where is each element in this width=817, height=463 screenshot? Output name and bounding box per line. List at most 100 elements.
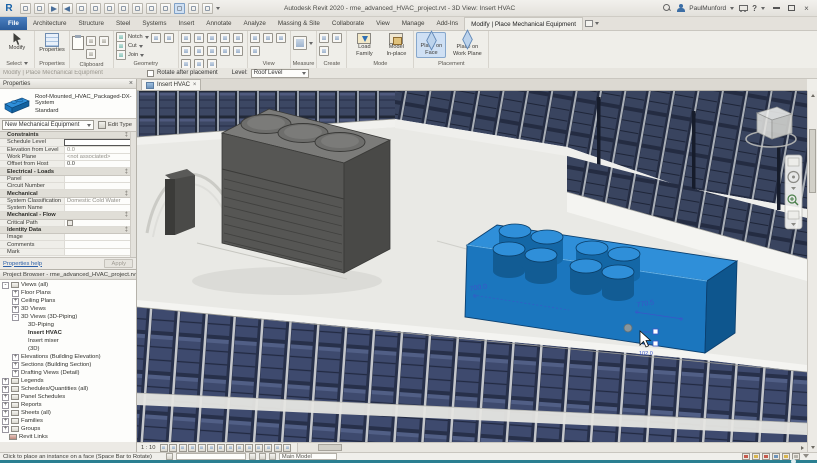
cut-caret-icon[interactable] — [139, 45, 143, 48]
create-similar-icon[interactable] — [319, 33, 329, 43]
active-workset-dropdown[interactable] — [176, 453, 246, 460]
search-icon[interactable] — [663, 4, 672, 13]
save-icon[interactable] — [34, 3, 45, 14]
properties-scrollbar[interactable] — [130, 132, 136, 257]
vertical-scroll-thumb[interactable] — [809, 129, 816, 193]
design-option-dropdown[interactable]: Main Model — [279, 453, 337, 460]
property-row[interactable]: Panel — [0, 176, 136, 183]
tree-item-elevations[interactable]: +Elevations (Building Elevation) — [0, 353, 136, 361]
render-icon[interactable] — [198, 444, 206, 452]
demolish-icon[interactable] — [164, 33, 174, 43]
section-row[interactable]: Mechanical‡ — [0, 190, 136, 197]
tree-item-views[interactable]: -Views (all) — [0, 281, 136, 289]
edit-linked-icon[interactable] — [752, 453, 760, 460]
default-3d-view-icon[interactable] — [146, 3, 157, 14]
navigation-bar[interactable] — [785, 155, 802, 229]
property-row[interactable]: System ClassificationDomestic Cold Water — [0, 198, 136, 205]
properties-help-link[interactable]: Properties help — [3, 261, 42, 267]
tree-item-3d-views-piping[interactable]: -3D Views (3D-Piping) — [0, 313, 136, 321]
property-row[interactable]: Circuit Number — [0, 183, 136, 190]
user-avatar-icon[interactable] — [676, 4, 685, 13]
reveal-hidden-elements-icon[interactable] — [245, 444, 253, 452]
tree-item-ceiling-plans[interactable]: +Ceiling Plans — [0, 297, 136, 305]
print-icon[interactable] — [76, 3, 87, 14]
section-icon[interactable] — [160, 3, 171, 14]
tree-item-insert-hvac[interactable]: Insert HVAC — [0, 329, 136, 337]
unlocked-view-icon[interactable] — [226, 444, 234, 452]
apply-button[interactable]: Apply — [104, 259, 133, 268]
measure-icon[interactable] — [90, 3, 101, 14]
help-icon[interactable]: ? — [752, 4, 757, 13]
align-icon[interactable] — [181, 33, 191, 43]
hide-icon[interactable] — [263, 33, 273, 43]
paint-icon[interactable] — [151, 33, 161, 43]
property-row[interactable]: Elevation from Level0.0 — [0, 147, 136, 154]
exclude-options-icon[interactable] — [742, 453, 750, 460]
view-tab-insert-hvac[interactable]: Insert HVAC × — [141, 79, 201, 90]
tab-manage[interactable]: Manage — [396, 17, 431, 30]
ribbon-display-toggle[interactable] — [583, 17, 601, 30]
signed-in-user[interactable]: PaulMunford — [689, 5, 726, 12]
show-crop-region-icon[interactable] — [217, 444, 225, 452]
project-browser-header[interactable]: Project Browser - rme_advanced_HVAC_proj… — [0, 269, 136, 280]
tab-analyze[interactable]: Analyze — [238, 17, 272, 30]
section-row[interactable]: Constraints‡ — [0, 132, 136, 139]
copy-icon[interactable] — [86, 36, 96, 46]
tree-item-schedules[interactable]: +Schedules/Quantities (all) — [0, 385, 136, 393]
temporary-view-properties-icon[interactable] — [264, 444, 272, 452]
crop-view-icon[interactable] — [207, 444, 215, 452]
tab-systems[interactable]: Systems — [136, 17, 172, 30]
tab-architecture[interactable]: Architecture — [27, 17, 73, 30]
editable-only-icon[interactable] — [249, 453, 256, 460]
reveal-constraints-icon[interactable] — [283, 444, 291, 452]
close-button[interactable]: × — [799, 2, 814, 15]
modify-button[interactable]: Modify — [2, 32, 32, 58]
tab-steel[interactable]: Steel — [110, 17, 136, 30]
scroll-up-arrow-icon[interactable] — [808, 91, 817, 100]
detail-level-icon[interactable] — [160, 444, 168, 452]
shadows-icon[interactable] — [188, 444, 196, 452]
horizontal-scrollbar[interactable] — [297, 443, 807, 452]
scale-button[interactable]: 1 : 10 — [137, 445, 160, 451]
type-selector[interactable]: Roof-Mounted_HVAC_Packaged-DX- System St… — [0, 89, 136, 119]
cut-clipboard-icon[interactable] — [99, 36, 109, 46]
app-store-icon[interactable] — [738, 4, 748, 13]
thin-lines-icon[interactable] — [174, 3, 185, 14]
model-in-place-button[interactable]: ModelIn-place — [381, 32, 411, 58]
property-row[interactable]: System Name — [0, 205, 136, 212]
full-navigation-wheel-button[interactable] — [788, 158, 799, 166]
temporary-hide-isolate-icon[interactable] — [236, 444, 244, 452]
visual-style-icon[interactable] — [169, 444, 177, 452]
property-row[interactable]: Critical Path — [0, 220, 136, 227]
tab-structure[interactable]: Structure — [72, 17, 110, 30]
scroll-down-arrow-icon[interactable] — [808, 443, 817, 452]
worksets-icon[interactable] — [166, 453, 173, 460]
open-icon[interactable] — [20, 3, 31, 14]
notch-caret-icon[interactable] — [145, 36, 149, 39]
property-row[interactable]: Mark — [0, 249, 136, 256]
property-row[interactable]: Schedule Level — [0, 139, 136, 146]
worksharing-display-icon[interactable] — [255, 444, 263, 452]
restore-button[interactable] — [784, 2, 799, 15]
edit-type-button[interactable]: Edit Type — [96, 120, 134, 130]
tab-add-ins[interactable]: Add-Ins — [430, 17, 464, 30]
schedule-level-input[interactable] — [64, 139, 136, 145]
gray-inactive-worksets-icon[interactable] — [259, 453, 266, 460]
tab-file[interactable]: File — [0, 17, 27, 30]
tree-item-families[interactable]: +Families — [0, 417, 136, 425]
tab-massing-site[interactable]: Massing & Site — [272, 17, 326, 30]
displace-elements-icon[interactable] — [274, 444, 282, 452]
properties-button[interactable]: Properties — [37, 32, 67, 58]
tab-insert[interactable]: Insert — [173, 17, 201, 30]
tree-item-3d[interactable]: (3D) — [0, 345, 136, 353]
tree-item-revit-links[interactable]: Revit Links — [0, 433, 136, 441]
match-type-icon[interactable] — [86, 49, 96, 59]
select-pinned-icon[interactable] — [772, 453, 780, 460]
tab-annotate[interactable]: Annotate — [200, 17, 237, 30]
tag-icon[interactable] — [118, 3, 129, 14]
trim-icon[interactable] — [194, 46, 204, 56]
property-row[interactable]: Work Plane<not associated> — [0, 154, 136, 161]
mirror-icon[interactable] — [207, 33, 217, 43]
tree-item-sheets[interactable]: +Sheets (all) — [0, 409, 136, 417]
tree-item-3d-views[interactable]: +3D Views — [0, 305, 136, 313]
